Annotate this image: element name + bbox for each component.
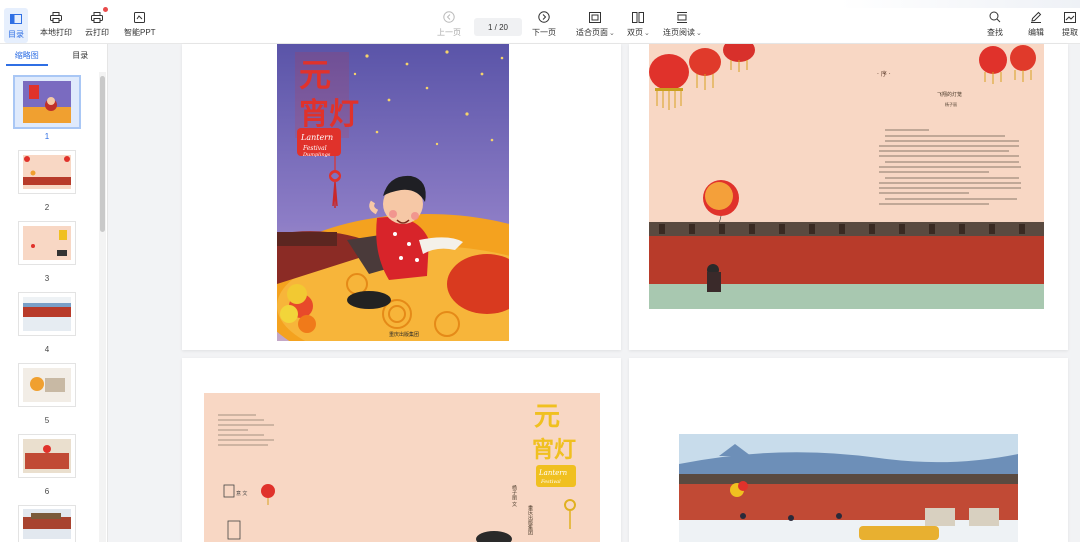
toolbar: 目录 本地打印 云打印 智能PPT 上一页 1 / 20 下一页 适合页面⌄ 双… bbox=[0, 0, 1080, 44]
chevron-down-icon: ⌄ bbox=[644, 30, 650, 37]
prev-page-button[interactable]: 上一页 bbox=[437, 10, 461, 38]
thumbnail-image bbox=[23, 155, 71, 189]
page2-heading: 飞翔的灯笼 bbox=[937, 91, 962, 98]
thumbnail-page-1[interactable] bbox=[13, 75, 81, 129]
thumbnail-number: 6 bbox=[44, 487, 50, 496]
svg-text:意 文: 意 文 bbox=[236, 490, 247, 497]
pdf-page-3: 意 文 元 宵灯 Lantern Festival 杨子丽 文 重庆出版集团 bbox=[182, 358, 621, 542]
cloud-printer-icon bbox=[90, 7, 108, 24]
extract-button[interactable]: 提取 bbox=[1062, 10, 1078, 38]
page2-section-label: · 序 · bbox=[877, 70, 891, 78]
svg-text:Festival: Festival bbox=[540, 479, 561, 485]
search-shade bbox=[840, 0, 1080, 8]
thumbnail-image bbox=[23, 439, 71, 473]
smart-ppt-button[interactable]: 智能PPT bbox=[124, 10, 156, 38]
wall-illustration bbox=[679, 434, 1018, 542]
thumbnail-page-2[interactable] bbox=[18, 150, 76, 194]
fit-page-label: 适合页面 bbox=[576, 28, 608, 37]
sidebar-tabs: 缩略图 目录 bbox=[0, 44, 107, 66]
ppt-icon bbox=[133, 10, 147, 24]
find-button[interactable]: 查找 bbox=[987, 10, 1003, 38]
thumbnail-image bbox=[23, 368, 71, 402]
backcover-illustration: 意 文 元 宵灯 Lantern Festival 杨子丽 文 重庆出版集团 bbox=[204, 393, 600, 542]
thumbnail-page-6[interactable] bbox=[18, 434, 76, 478]
cloud-print-button[interactable]: 云打印 bbox=[85, 7, 109, 38]
edit-button[interactable]: 编辑 bbox=[1028, 10, 1044, 38]
continuous-read-label: 连页阅读 bbox=[663, 28, 695, 37]
cover-title-part2: 宵灯 bbox=[299, 97, 359, 132]
tab-contents[interactable]: 目录 bbox=[54, 44, 108, 66]
thumbnail-page-5[interactable] bbox=[18, 363, 76, 407]
chevron-down-icon: ⌄ bbox=[696, 30, 702, 37]
next-arrow-icon bbox=[537, 10, 551, 24]
thumbnail-image bbox=[23, 81, 71, 123]
pdf-page-2: · 序 · 飞翔的灯笼 杨子丽 bbox=[629, 44, 1068, 350]
svg-text:重庆出版集团: 重庆出版集团 bbox=[527, 504, 533, 536]
thumbnail-image bbox=[23, 509, 71, 539]
thumbnail-sidebar: 缩略图 目录 1 2 3 4 5 6 bbox=[0, 44, 108, 542]
svg-text:Lantern: Lantern bbox=[538, 469, 568, 477]
svg-text:杨子丽: 杨子丽 bbox=[945, 101, 957, 107]
prev-page-label: 上一页 bbox=[437, 28, 461, 37]
contents-label: 目录 bbox=[8, 30, 24, 39]
fit-page-icon bbox=[588, 10, 602, 24]
thumbnail-page-7[interactable] bbox=[18, 505, 76, 542]
cover-title-part1: 元 bbox=[299, 56, 331, 94]
continuous-read-icon bbox=[675, 10, 689, 24]
next-page-button[interactable]: 下一页 bbox=[532, 10, 556, 38]
notification-dot bbox=[103, 7, 108, 12]
prev-arrow-icon bbox=[442, 10, 456, 24]
cloud-print-label: 云打印 bbox=[85, 28, 109, 37]
svg-text:重庆出版集团: 重庆出版集团 bbox=[389, 331, 419, 338]
thumbnail-number: 3 bbox=[44, 274, 50, 283]
pencil-icon bbox=[1029, 10, 1043, 24]
extract-label: 提取 bbox=[1062, 28, 1078, 37]
svg-text:Dumplings: Dumplings bbox=[302, 152, 331, 158]
edit-label: 编辑 bbox=[1028, 28, 1044, 37]
backcover-title-part2: 宵灯 bbox=[532, 437, 576, 463]
thumbnail-page-4[interactable] bbox=[18, 292, 76, 336]
pdf-page-4 bbox=[629, 358, 1068, 542]
thumbnail-number: 4 bbox=[44, 345, 50, 354]
sidebar-icon bbox=[9, 12, 23, 26]
scrollbar-thumb[interactable] bbox=[100, 76, 105, 232]
dual-page-label: 双页 bbox=[627, 28, 643, 37]
chevron-down-icon: ⌄ bbox=[609, 30, 615, 37]
pdf-page-1: 元 宵灯 Lantern Festival Dumplings 重庆出版集团 bbox=[182, 44, 621, 350]
dual-page-icon bbox=[631, 10, 645, 24]
continuous-read-button[interactable]: 连页阅读⌄ bbox=[663, 10, 702, 38]
page-number-input[interactable]: 1 / 20 bbox=[474, 18, 522, 36]
thumbnail-image bbox=[23, 226, 71, 260]
thumbnail-number: 2 bbox=[44, 203, 50, 212]
thumbnail-image bbox=[23, 297, 71, 331]
smart-ppt-label: 智能PPT bbox=[124, 28, 156, 37]
local-print-button[interactable]: 本地打印 bbox=[40, 10, 72, 38]
search-icon bbox=[988, 10, 1002, 24]
backcover-title-part1: 元 bbox=[534, 402, 560, 432]
local-print-label: 本地打印 bbox=[40, 28, 72, 37]
svg-text:Festival: Festival bbox=[302, 145, 327, 152]
tab-thumbnails[interactable]: 缩略图 bbox=[0, 44, 54, 66]
printer-icon bbox=[49, 10, 63, 24]
svg-text:杨子丽 文: 杨子丽 文 bbox=[511, 484, 517, 508]
next-page-label: 下一页 bbox=[532, 28, 556, 37]
thumbnail-page-3[interactable] bbox=[18, 221, 76, 265]
thumbnail-number: 5 bbox=[44, 416, 50, 425]
inner-illustration: · 序 · 飞翔的灯笼 杨子丽 bbox=[649, 44, 1044, 309]
thumbnail-number: 1 bbox=[44, 132, 50, 141]
svg-text:Lantern: Lantern bbox=[300, 133, 333, 142]
find-label: 查找 bbox=[987, 28, 1003, 37]
fit-page-button[interactable]: 适合页面⌄ bbox=[576, 10, 615, 38]
extract-image-icon bbox=[1063, 10, 1077, 24]
contents-button[interactable]: 目录 bbox=[4, 8, 28, 43]
dual-page-button[interactable]: 双页⌄ bbox=[627, 10, 650, 38]
cover-illustration: 元 宵灯 Lantern Festival Dumplings 重庆出版集团 bbox=[277, 44, 509, 341]
